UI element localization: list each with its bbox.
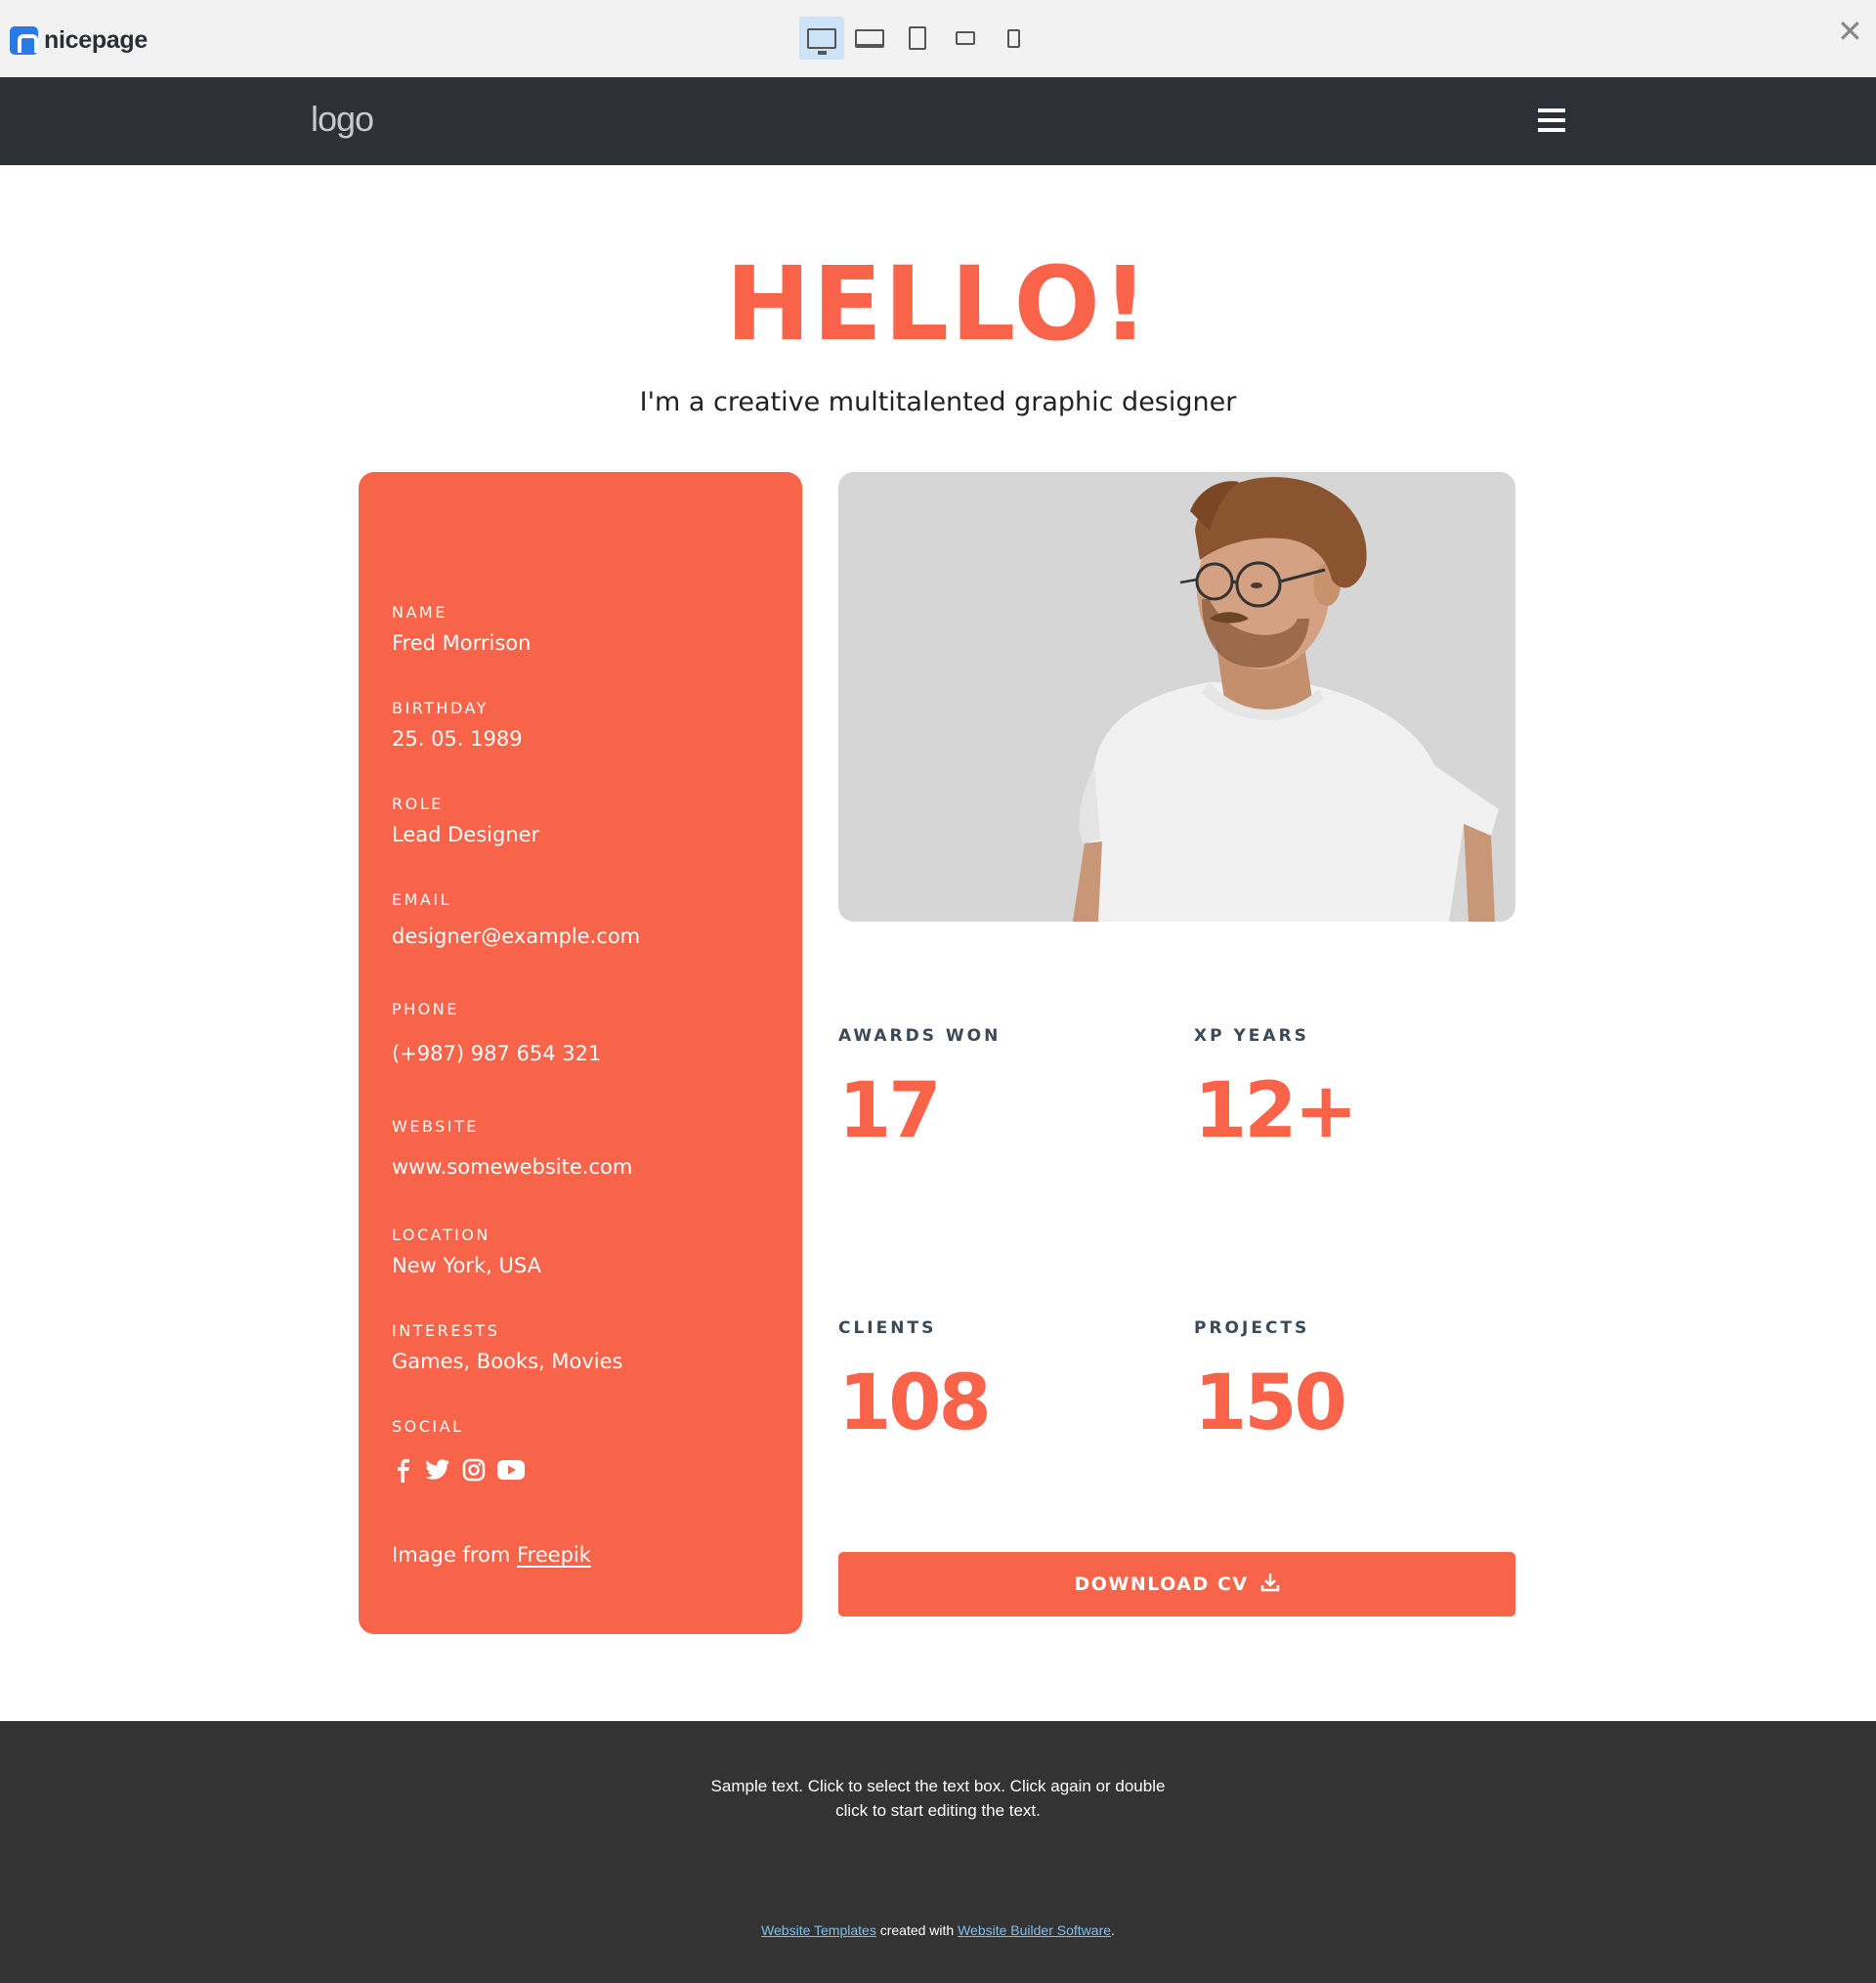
stat-value: 17: [838, 1067, 942, 1155]
desktop-icon: [807, 27, 836, 55]
laptop-icon: [855, 28, 884, 48]
footer-credit: Website Templates created with Website B…: [0, 1922, 1876, 1938]
field-label: INTERESTS: [392, 1321, 500, 1340]
stat-label: PROJECTS: [1194, 1318, 1310, 1338]
profile-field-phone: PHONE (+987) 987 654 321: [392, 1000, 601, 1065]
field-label: PHONE: [392, 1000, 459, 1018]
field-value: Fred Morrison: [392, 631, 532, 655]
stat-label: CLIENTS: [838, 1318, 937, 1338]
credit-prefix: Image from: [392, 1543, 517, 1567]
field-value: 25. 05. 1989: [392, 727, 523, 751]
profile-field-interests: INTERESTS Games, Books, Movies: [392, 1321, 622, 1373]
portrait-photo: [838, 472, 1515, 922]
twitter-icon[interactable]: [425, 1459, 450, 1481]
stat-value: 150: [1194, 1359, 1347, 1447]
field-value: Games, Books, Movies: [392, 1350, 623, 1373]
hamburger-menu-icon[interactable]: [1538, 108, 1565, 132]
website-templates-link[interactable]: Website Templates: [761, 1922, 876, 1938]
tablet-landscape-icon: [956, 31, 975, 45]
stat-label: XP YEARS: [1194, 1026, 1309, 1046]
field-value: Lead Designer: [392, 823, 540, 846]
field-label: SOCIAL: [392, 1417, 464, 1436]
profile-field-website: WEBSITE www.somewebsite.com: [392, 1117, 632, 1179]
freepik-link[interactable]: Freepik: [517, 1543, 591, 1567]
field-value: New York, USA: [392, 1254, 541, 1277]
footer-line-2: click to start editing the text.: [835, 1801, 1041, 1820]
hero-title: HELLO!: [725, 244, 1151, 364]
image-credit: Image from Freepik: [392, 1543, 591, 1567]
field-label: NAME: [392, 603, 448, 622]
brand-name: nicepage: [44, 25, 148, 54]
device-tablet-button[interactable]: [895, 17, 940, 60]
credit-mid: created with: [875, 1922, 959, 1938]
field-value: www.somewebsite.com: [392, 1155, 633, 1179]
field-label: EMAIL: [392, 890, 451, 909]
field-label: WEBSITE: [392, 1117, 479, 1136]
nicepage-brand[interactable]: nicepage: [10, 25, 148, 55]
instagram-icon[interactable]: [462, 1458, 486, 1482]
site-header: logo: [0, 77, 1876, 165]
profile-field-birthday: BIRTHDAY 25. 05. 1989: [392, 699, 523, 751]
hero-subtitle: I'm a creative multitalented graphic des…: [639, 387, 1237, 417]
phone-icon: [1006, 28, 1020, 48]
device-phone-button[interactable]: [991, 17, 1036, 60]
download-cv-button[interactable]: DOWNLOAD CV: [838, 1552, 1515, 1617]
credit-end: .: [1111, 1922, 1115, 1938]
close-icon[interactable]: ✕: [1837, 16, 1863, 47]
stat-clients: CLIENTS 108: [838, 1318, 992, 1447]
stat-projects: PROJECTS 150: [1194, 1318, 1347, 1447]
site-logo[interactable]: logo: [311, 99, 374, 140]
site-footer: Sample text. Click to select the text bo…: [0, 1721, 1876, 1983]
stat-value: 12+: [1194, 1067, 1358, 1155]
profile-field-name: NAME Fred Morrison: [392, 603, 531, 655]
tablet-icon: [909, 26, 926, 50]
social-icons: [392, 1457, 536, 1483]
profile-field-location: LOCATION New York, USA: [392, 1226, 541, 1277]
download-icon: [1260, 1572, 1280, 1598]
website-builder-link[interactable]: Website Builder Software: [958, 1922, 1111, 1938]
facebook-icon[interactable]: [392, 1457, 413, 1483]
nicepage-logo-icon: [10, 25, 38, 55]
profile-field-social: SOCIAL: [392, 1417, 464, 1436]
device-switcher: [799, 17, 1039, 60]
stat-value: 108: [838, 1359, 992, 1447]
field-label: BIRTHDAY: [392, 699, 489, 717]
stat-awards: AWARDS WON 17: [838, 1026, 1001, 1155]
field-label: ROLE: [392, 795, 444, 813]
profile-field-email: EMAIL designer@example.com: [392, 890, 640, 948]
youtube-icon[interactable]: [497, 1459, 525, 1481]
builder-toolbar: nicepage ✕: [0, 0, 1876, 77]
footer-sample-text[interactable]: Sample text. Click to select the text bo…: [0, 1774, 1876, 1823]
device-laptop-button[interactable]: [847, 17, 892, 60]
portrait-illustration: [838, 472, 1515, 922]
device-tablet-landscape-button[interactable]: [943, 17, 988, 60]
field-value: designer@example.com: [392, 925, 641, 948]
field-value: (+987) 987 654 321: [392, 1042, 602, 1065]
device-desktop-button[interactable]: [799, 17, 844, 60]
profile-card: NAME Fred Morrison BIRTHDAY 25. 05. 1989…: [359, 472, 802, 1634]
profile-field-role: ROLE Lead Designer: [392, 795, 539, 846]
download-cv-label: DOWNLOAD CV: [1074, 1573, 1249, 1595]
field-label: LOCATION: [392, 1226, 490, 1244]
footer-line-1: Sample text. Click to select the text bo…: [710, 1777, 1166, 1795]
stat-xp-years: XP YEARS 12+: [1194, 1026, 1358, 1155]
stat-label: AWARDS WON: [838, 1026, 1002, 1046]
